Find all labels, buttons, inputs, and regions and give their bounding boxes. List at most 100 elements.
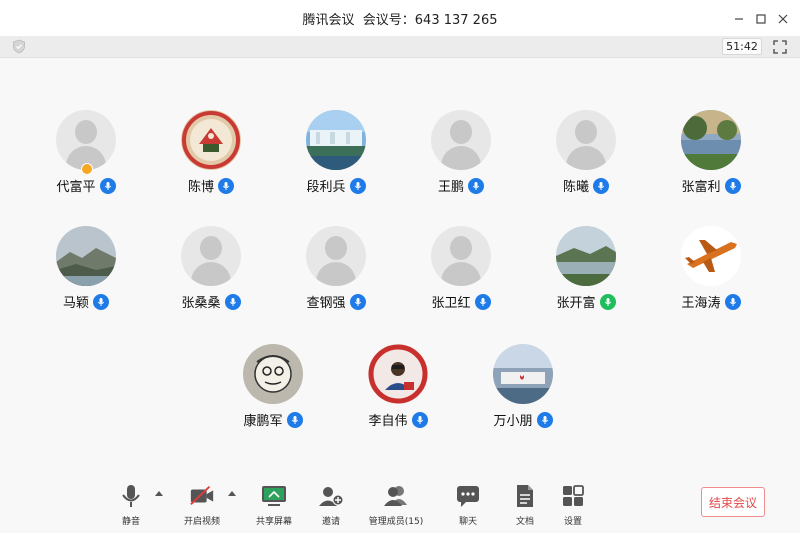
invite-label: 邀请 [321,517,340,527]
avatar [556,226,616,286]
manage-members-button[interactable]: 管理成员(15) [368,484,424,530]
participant-tile[interactable]: 段利兵 [281,110,391,210]
participant-name: 王海涛 [681,296,721,311]
meeting-window: 腾讯会议 会议号：643 137 265 51:42 代富平 陈博 段利兵 王鹏… [0,0,800,533]
avatar [681,226,741,286]
mic-icon[interactable] [468,177,484,194]
settings-grid-icon [560,484,586,508]
window-title: 腾讯会议 会议号：643 137 265 [302,12,498,28]
mic-icon[interactable] [536,411,553,428]
shield-icon[interactable] [12,39,26,54]
participant-name: 代富平 [56,180,96,195]
participant-tile[interactable]: 张富利 [656,110,766,210]
participant-name: 陈博 [187,180,214,195]
participant-name: 张开富 [556,296,596,311]
mic-icon[interactable] [593,177,609,194]
participant-name: 王鹏 [437,180,464,195]
info-strip: 51:42 [0,36,800,58]
avatar [306,226,366,286]
mic-icon[interactable] [724,177,741,194]
participant-tile[interactable]: 陈博 [156,110,266,210]
chat-icon [455,484,481,508]
participant-name: 万小朋 [493,414,533,429]
avatar [368,344,428,404]
avatar [493,344,553,404]
minimize-icon[interactable] [730,10,748,28]
participant-name: 陈曦 [562,180,589,195]
bottom-toolbar: 静音 开启视频 共享屏幕 邀请 管理成员(15) 聊天 文档 设置 [0,478,800,533]
mic-icon[interactable] [218,177,234,194]
avatar [556,110,616,170]
mic-icon[interactable] [474,293,491,310]
mic-icon[interactable] [224,293,241,310]
participant-name: 查钢强 [306,296,346,311]
participant-tile[interactable]: 代富平 [31,110,141,210]
participant-tile[interactable]: 陈曦 [531,110,641,210]
settings-button[interactable]: 设置 [558,484,588,530]
participant-tile[interactable]: 张卫红 [406,226,516,326]
title-bar: 腾讯会议 会议号：643 137 265 [0,0,800,36]
mute-button[interactable]: 静音 [113,484,149,530]
avatar [431,110,491,170]
start-video-label: 开启视频 [183,517,220,527]
mic-icon[interactable] [286,411,303,428]
participant-tile[interactable]: 王鹏 [406,110,516,210]
end-meeting-button[interactable]: 结束会议 [701,487,765,517]
participant-name: 马颖 [62,296,89,311]
mic-icon[interactable] [411,411,428,428]
mute-options-caret-icon[interactable] [154,489,164,497]
participant-tile[interactable]: 查钢强 [281,226,391,326]
participant-tile[interactable]: 王海涛 [656,226,766,326]
avatar [56,226,116,286]
participant-tile[interactable]: 张桑桑 [156,226,266,326]
fullscreen-icon[interactable] [772,39,788,55]
avatar [681,110,741,170]
documents-button[interactable]: 文档 [510,484,540,530]
chat-button[interactable]: 聊天 [453,484,483,530]
participants-grid: 代富平 陈博 段利兵 王鹏 陈曦 张富利 马颖 张桑桑 查钢强 张卫红 张开富 … [0,58,800,478]
video-off-icon [189,484,215,508]
mic-active-icon[interactable] [599,293,616,310]
avatar [56,110,116,170]
avatar [243,344,303,404]
participant-name: 李自伟 [368,414,408,429]
manage-members-label: 管理成员(15) [368,517,424,527]
participant-name: 康鹏军 [243,414,283,429]
share-screen-label: 共享屏幕 [255,517,292,527]
mic-icon[interactable] [349,177,366,194]
avatar [181,110,241,170]
participant-tile[interactable]: 康鹏军 [218,344,328,444]
participant-name: 张桑桑 [181,296,221,311]
participant-name: 张富利 [681,180,721,195]
participant-tile[interactable]: 李自伟 [343,344,453,444]
meeting-timer: 51:42 [722,38,762,55]
share-screen-icon [261,484,287,508]
avatar [181,226,241,286]
maximize-icon[interactable] [752,10,770,28]
invite-button[interactable]: 邀请 [315,484,347,530]
mute-label: 静音 [121,517,140,527]
add-user-icon [318,484,344,508]
close-icon[interactable] [774,10,792,28]
avatar [431,226,491,286]
settings-label: 设置 [563,517,582,527]
documents-label: 文档 [515,517,534,527]
share-screen-button[interactable]: 共享屏幕 [252,484,296,530]
participant-tile[interactable]: 张开富 [531,226,641,326]
video-options-caret-icon[interactable] [227,489,237,497]
participant-tile[interactable]: 万小朋 [468,344,578,444]
mic-icon[interactable] [724,293,741,310]
members-icon [383,484,409,508]
host-badge-icon [81,163,93,175]
microphone-icon [118,484,144,508]
participant-tile[interactable]: 马颖 [31,226,141,326]
document-icon [512,484,538,508]
mic-icon[interactable] [99,177,116,194]
mic-icon[interactable] [349,293,366,310]
chat-label: 聊天 [458,517,477,527]
avatar [306,110,366,170]
participant-name: 段利兵 [306,180,346,195]
start-video-button[interactable]: 开启视频 [180,484,224,530]
mic-icon[interactable] [93,293,109,310]
participant-name: 张卫红 [431,296,471,311]
